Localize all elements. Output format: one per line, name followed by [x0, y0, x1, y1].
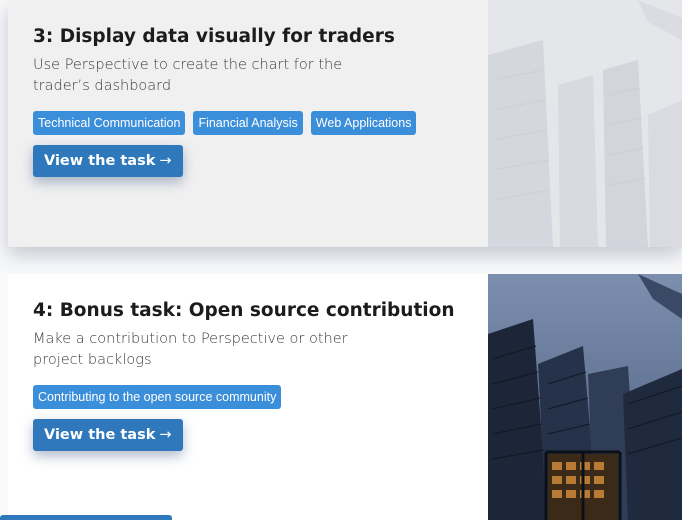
arrow-right-icon: → — [159, 153, 172, 169]
task-description: Make a contribution to Perspective or ot… — [33, 331, 348, 368]
view-task-button[interactable]: View the task → — [33, 145, 183, 177]
skill-tag: Contributing to the open source communit… — [33, 385, 282, 409]
task-list: 3: Display data visually for traders Use… — [0, 0, 682, 520]
task-title: 4: Bonus task: Open source contribution — [33, 300, 455, 321]
skill-tag: Technical Communication — [33, 111, 186, 135]
task-description: Use Perspective to create the chart for … — [33, 57, 343, 94]
arrow-right-icon: → — [159, 427, 172, 443]
task-card: 3: Display data visually for traders Use… — [8, 0, 682, 247]
skill-tag: Financial Analysis — [193, 111, 303, 135]
next-button-edge[interactable] — [0, 515, 172, 520]
task-card: 4: Bonus task: Open source contribution … — [8, 274, 682, 520]
skill-tag: Web Applications — [310, 111, 417, 135]
skill-tags: Technical Communication Financial Analys… — [33, 111, 488, 135]
task-title: 3: Display data visually for traders — [33, 26, 395, 47]
skyscrapers-image — [488, 274, 682, 520]
skyscrapers-illustration — [488, 274, 682, 520]
skyscrapers-image — [488, 0, 682, 247]
view-task-label: View the task — [44, 427, 156, 443]
skyscrapers-illustration — [488, 0, 682, 247]
view-task-label: View the task — [44, 153, 156, 169]
skill-tags: Contributing to the open source communit… — [33, 385, 488, 409]
task-card-body: 4: Bonus task: Open source contribution … — [8, 274, 488, 520]
task-card-body: 3: Display data visually for traders Use… — [8, 0, 488, 247]
view-task-button[interactable]: View the task → — [33, 419, 183, 451]
